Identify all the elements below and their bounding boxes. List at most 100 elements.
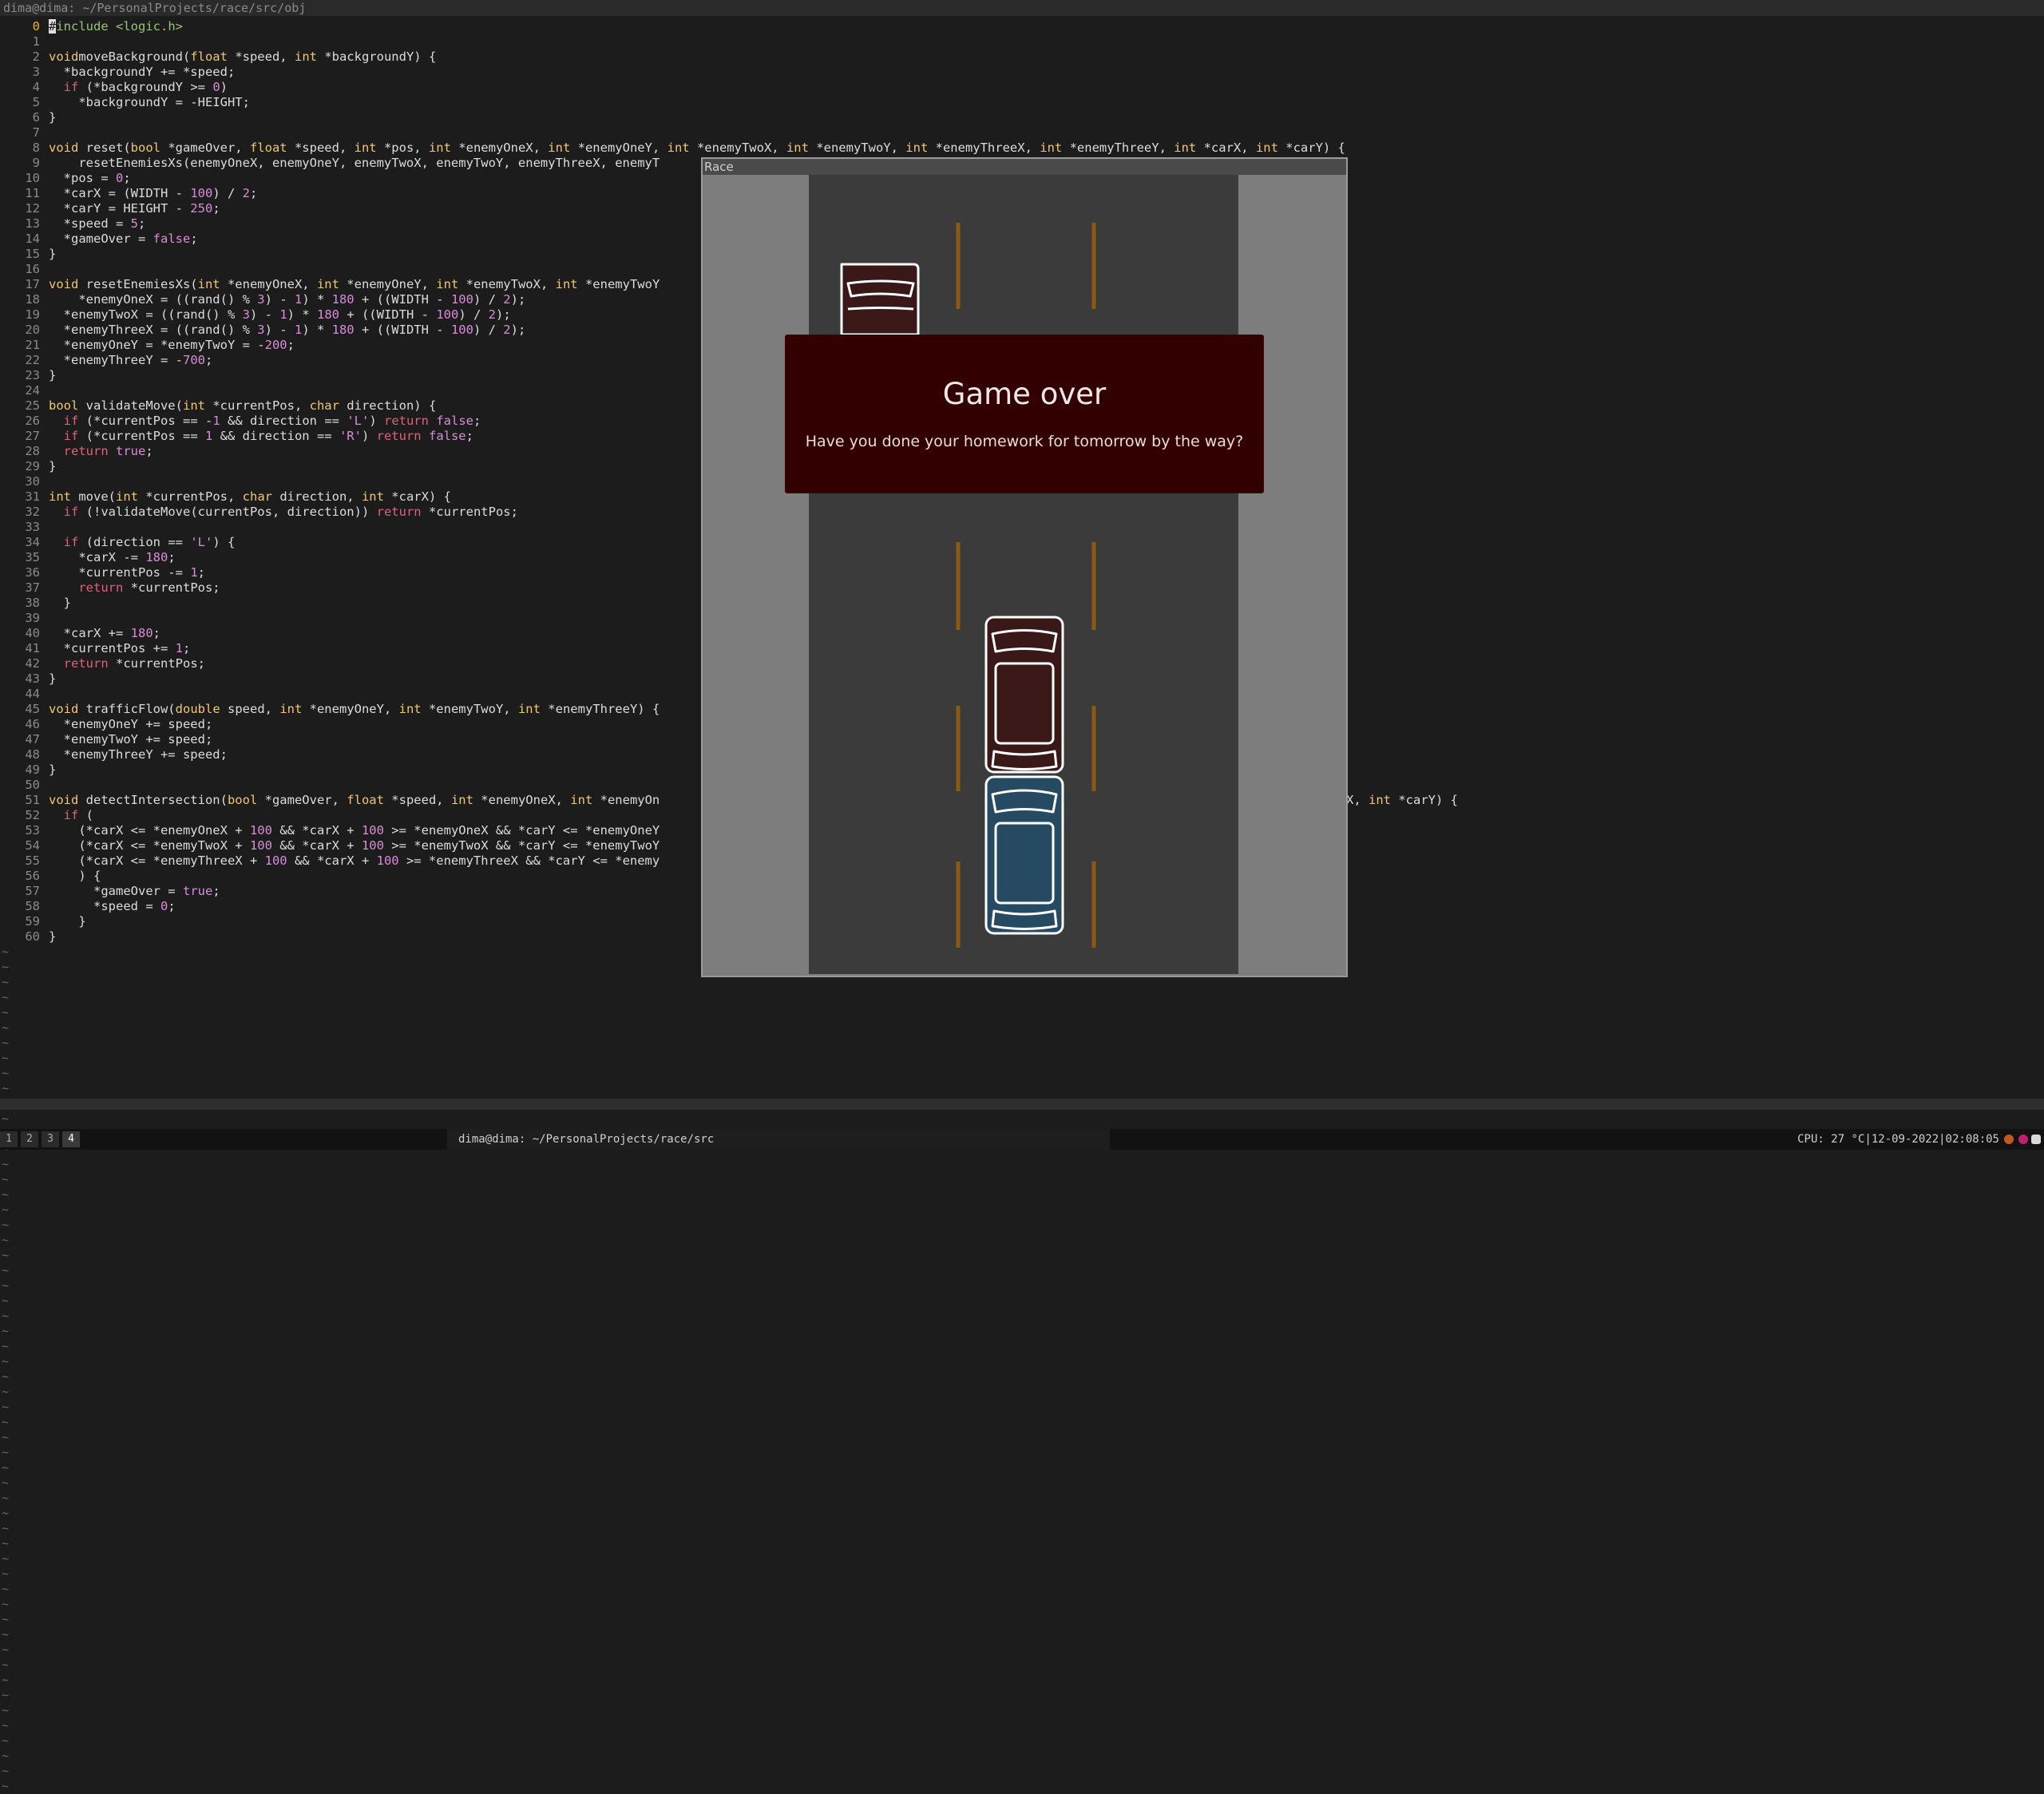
game-over-dialog: Game over Have you done your homework fo…: [785, 335, 1264, 493]
code-text: return *currentPos;: [78, 580, 220, 595]
line-number: 11: [25, 186, 40, 200]
empty-line-marker: ~: [2, 1354, 10, 1368]
line-number: 25: [25, 398, 40, 413]
code-text: *pos = 0;: [49, 171, 131, 185]
code-text: void detectIntersection(bool *gameOver, …: [49, 793, 660, 807]
line-number: 51: [25, 793, 40, 807]
line-number: 27: [25, 429, 40, 443]
empty-line-marker: ~: [2, 1673, 10, 1687]
empty-line-marker: ~: [2, 1172, 10, 1186]
workspace-3-button[interactable]: 3: [42, 1131, 59, 1147]
empty-line-marker: ~: [2, 1005, 10, 1020]
code-text: (*carX <= *enemyTwoX + 100 && *carX + 10…: [49, 838, 660, 853]
code-line[interactable]: 3 *backgroundY += *speed;: [0, 65, 2044, 80]
line-number: 55: [25, 853, 40, 868]
race-game-canvas[interactable]: [704, 175, 1345, 974]
empty-line-marker: ~: [2, 1779, 10, 1793]
code-line[interactable]: 2 voidmoveBackground(float *speed, int *b…: [0, 50, 2044, 65]
workspace-1-button[interactable]: 1: [0, 1131, 18, 1147]
empty-line-marker: ~: [2, 1278, 10, 1293]
roadside-right: [1238, 175, 1345, 974]
empty-line-marker: ~: [2, 1612, 10, 1626]
empty-line-marker: ~: [2, 1051, 10, 1065]
empty-line-marker: ~: [2, 1248, 10, 1262]
code-text: if (*currentPos == -1 && direction == 'L…: [63, 414, 481, 428]
empty-line-marker: ~: [2, 1460, 10, 1475]
code-text: }: [49, 671, 57, 686]
taskbar: 1 2 3 4 dima@dima: ~/PersonalProjects/ra…: [0, 1129, 2044, 1150]
code-text: *carX = (WIDTH - 100) / 2;: [49, 186, 258, 200]
line-number: 5: [32, 95, 40, 109]
discord-icon[interactable]: [2031, 1135, 2041, 1144]
code-line[interactable]: 6}: [0, 110, 2044, 125]
workspace-4-button[interactable]: 4: [62, 1131, 80, 1147]
empty-line-marker: ~: [2, 1400, 10, 1414]
code-text: *enemyTwoX = ((rand() % 3) - 1) * 180 + …: [49, 307, 511, 322]
line-number: 6: [32, 110, 40, 125]
line-number: 37: [25, 580, 40, 595]
enemy-car-middle: [984, 616, 1064, 774]
code-text: bool validateMove(int *currentPos, char …: [49, 398, 437, 413]
empty-line-marker: ~: [2, 1430, 10, 1444]
code-text: if (*backgroundY >= 0): [63, 80, 228, 94]
code-line[interactable]: 0 #include <logic.h>: [0, 19, 2044, 34]
empty-line-marker: ~: [2, 1536, 10, 1550]
empty-line-marker: ~: [2, 1324, 10, 1338]
code-text: *currentPos += 1;: [49, 641, 191, 655]
line-number: 31: [25, 489, 40, 504]
editor-statusline: [0, 1099, 2044, 1110]
line-number: 29: [25, 459, 40, 473]
line-number: 1: [32, 34, 40, 49]
race-window[interactable]: Race Game over Have you done your homewo…: [703, 159, 1346, 976]
line-number: 59: [25, 914, 40, 929]
line-number: 21: [25, 338, 40, 352]
line-number: 54: [25, 838, 40, 853]
empty-line-marker: ~: [2, 1657, 10, 1672]
code-line[interactable]: 8 void reset(bool *gameOver, float *speed…: [0, 141, 2044, 156]
line-number: 8: [32, 141, 40, 155]
code-text: *carX -= 180;: [49, 550, 176, 564]
empty-line-marker: ~: [2, 990, 10, 1004]
line-number: 56: [25, 869, 40, 883]
empty-line-marker: ~: [2, 1066, 10, 1080]
code-text: int move(int *currentPos, char direction…: [49, 489, 451, 504]
code-text: (*carX <= *enemyThreeX + 100 && *carX + …: [49, 853, 660, 868]
code-line[interactable]: 7: [0, 125, 2044, 141]
race-window-title[interactable]: Race: [703, 159, 1346, 175]
line-number: 13: [25, 216, 40, 231]
line-number: 26: [25, 414, 40, 428]
line-number: 58: [25, 899, 40, 913]
code-text: *backgroundY += *speed;: [49, 65, 236, 79]
weather-icon[interactable]: [2004, 1135, 2014, 1144]
empty-line-marker: ~: [2, 1339, 10, 1353]
line-number: 36: [25, 565, 40, 580]
empty-line-marker: ~: [2, 1081, 10, 1095]
empty-line-marker: ~: [2, 1551, 10, 1566]
system-status: CPU: 27 °C|12-09-2022|02:08:05: [1797, 1133, 1999, 1146]
code-line[interactable]: 1: [0, 34, 2044, 50]
line-number: 4: [32, 80, 40, 94]
empty-line-marker: ~: [2, 1415, 10, 1429]
workspace-2-button[interactable]: 2: [21, 1131, 38, 1147]
line-number: 30: [25, 474, 40, 489]
code-text: return *currentPos;: [63, 656, 205, 671]
taskbar-window-title[interactable]: dima@dima: ~/PersonalProjects/race/src: [447, 1129, 1110, 1150]
code-text: *carY = HEIGHT - 250;: [49, 201, 220, 216]
code-text: *enemyOneY = *enemyTwoY = -200;: [49, 338, 295, 352]
code-text: *speed = 5;: [49, 216, 146, 231]
code-line[interactable]: 5 *backgroundY = -HEIGHT;: [0, 95, 2044, 110]
line-number: 53: [25, 823, 40, 838]
line-number: 41: [25, 641, 40, 655]
code-text: *enemyTwoY += speed;: [49, 732, 213, 747]
code-text: resetEnemiesXs(enemyOneX, enemyOneY, ene…: [49, 156, 660, 170]
empty-line-marker: ~: [2, 1597, 10, 1611]
code-text: void resetEnemiesXs(int *enemyOneX, int …: [49, 277, 660, 291]
player-car: [984, 775, 1064, 935]
code-line[interactable]: 4 if (*backgroundY >= 0): [0, 80, 2044, 95]
app-tray-icon[interactable]: [2018, 1135, 2028, 1144]
line-number: 40: [25, 626, 40, 640]
empty-line-marker: ~: [2, 1233, 10, 1247]
code-text: }: [49, 459, 57, 473]
enemy-car-top: [840, 263, 920, 336]
empty-line-marker: ~: [2, 1718, 10, 1733]
